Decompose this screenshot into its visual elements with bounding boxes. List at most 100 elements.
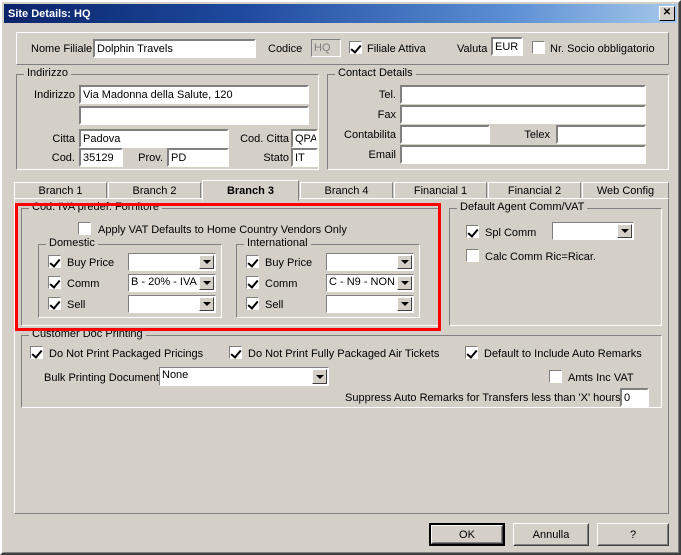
chevron-down-icon[interactable] bbox=[397, 255, 412, 269]
spl-comm-checkbox[interactable] bbox=[466, 225, 479, 238]
tab-branch-3[interactable]: Branch 3 bbox=[202, 180, 299, 201]
amts-inc-vat-label: Amts Inc VAT bbox=[568, 372, 634, 384]
cancel-button[interactable]: Annulla bbox=[513, 523, 589, 546]
tab-label: Financial 2 bbox=[507, 184, 562, 197]
chevron-down-icon[interactable] bbox=[312, 369, 327, 384]
ok-button[interactable]: OK bbox=[429, 523, 505, 546]
tab-label: Branch 2 bbox=[132, 184, 177, 197]
calc-comm-checkbox[interactable] bbox=[466, 249, 479, 262]
suppress-auto-remarks-input[interactable]: 0 bbox=[620, 388, 649, 407]
prov-input[interactable]: PD bbox=[167, 148, 229, 167]
do-not-print-air-checkbox[interactable] bbox=[229, 346, 242, 359]
combo-value bbox=[327, 296, 397, 312]
international-buy-price-label: Buy Price bbox=[265, 257, 313, 269]
valuta-input[interactable]: EUR bbox=[491, 37, 523, 56]
cod-citta-input[interactable]: QPA bbox=[291, 129, 318, 148]
international-buy-price-checkbox[interactable] bbox=[246, 255, 259, 268]
fax-label: Fax bbox=[377, 109, 396, 121]
combo-value bbox=[129, 254, 199, 270]
international-sell-checkbox[interactable] bbox=[246, 297, 259, 310]
tab-web-config[interactable]: Web Config bbox=[582, 182, 669, 199]
domestic-comm-label: Comm bbox=[67, 278, 100, 290]
combo-value: C - N9 - NON I bbox=[329, 276, 397, 288]
tab-label: Branch 4 bbox=[324, 184, 369, 197]
chevron-down-icon[interactable] bbox=[199, 276, 214, 290]
international-comm-combo[interactable]: C - N9 - NON I bbox=[326, 274, 414, 292]
tab-label: Branch 1 bbox=[38, 184, 83, 197]
spl-comm-label: Spl Comm bbox=[485, 227, 537, 239]
help-button-label: ? bbox=[598, 524, 668, 545]
vat-defaults-group: Cod. IVA predef. Fornitore Apply VAT Def… bbox=[21, 202, 439, 326]
do-not-print-packaged-label: Do Not Print Packaged Pricings bbox=[49, 348, 204, 360]
international-buy-price-combo[interactable] bbox=[326, 253, 414, 271]
email-label: Email bbox=[368, 149, 396, 161]
ok-button-label: OK bbox=[432, 526, 502, 543]
domestic-buy-price-combo[interactable] bbox=[128, 253, 216, 271]
header-panel: Nome Filiale Dolphin Travels Codice HQ F… bbox=[16, 32, 669, 65]
international-sell-combo[interactable] bbox=[326, 295, 414, 313]
tab-page-branch-3: Cod. IVA predef. Fornitore Apply VAT Def… bbox=[14, 198, 669, 514]
tab-financial-1[interactable]: Financial 1 bbox=[394, 182, 487, 199]
domestic-group: Domestic Buy Price Comm B - 20% - IVA A … bbox=[38, 238, 222, 318]
domestic-sell-checkbox[interactable] bbox=[48, 297, 61, 310]
telex-input[interactable] bbox=[556, 125, 646, 144]
spl-comm-combo[interactable] bbox=[552, 222, 634, 240]
cod-input[interactable]: 35129 bbox=[79, 148, 123, 167]
chevron-down-icon[interactable] bbox=[397, 297, 412, 311]
domestic-comm-combo[interactable]: B - 20% - IVA A bbox=[128, 274, 216, 292]
tab-branch-2[interactable]: Branch 2 bbox=[108, 182, 201, 199]
indirizzo-line1-input[interactable]: Via Madonna della Salute, 120 bbox=[79, 85, 309, 104]
close-button[interactable]: ✕ bbox=[659, 6, 675, 21]
domestic-sell-combo[interactable] bbox=[128, 295, 216, 313]
nr-socio-label: Nr. Socio obbligatorio bbox=[550, 43, 655, 55]
domestic-buy-price-checkbox[interactable] bbox=[48, 255, 61, 268]
indirizzo-label: Indirizzo bbox=[34, 89, 75, 101]
domestic-group-label: Domestic bbox=[46, 238, 98, 249]
citta-input[interactable]: Padova bbox=[79, 129, 229, 148]
combo-value bbox=[129, 296, 199, 312]
apply-vat-defaults-checkbox[interactable] bbox=[78, 222, 91, 235]
tel-input[interactable] bbox=[400, 85, 646, 104]
nome-filiale-input[interactable]: Dolphin Travels bbox=[93, 39, 256, 58]
agent-comm-group: Default Agent Comm/VAT Spl Comm Calc Com… bbox=[449, 202, 662, 326]
valuta-label: Valuta bbox=[457, 43, 488, 55]
amts-inc-vat-checkbox[interactable] bbox=[549, 370, 562, 383]
filiale-attiva-checkbox[interactable] bbox=[349, 41, 362, 54]
indirizzo-line2-input[interactable] bbox=[79, 106, 309, 125]
window-title: Site Details: HQ bbox=[8, 7, 91, 20]
tab-branch-4[interactable]: Branch 4 bbox=[300, 182, 393, 199]
domestic-comm-checkbox[interactable] bbox=[48, 276, 61, 289]
chevron-down-icon[interactable] bbox=[397, 276, 412, 290]
indirizzo-group-label: Indirizzo bbox=[24, 68, 71, 79]
help-button[interactable]: ? bbox=[597, 523, 669, 546]
do-not-print-packaged-checkbox[interactable] bbox=[30, 346, 43, 359]
tab-label: Web Config bbox=[596, 184, 655, 197]
fax-input[interactable] bbox=[400, 105, 646, 124]
email-input[interactable] bbox=[400, 145, 646, 164]
title-bar[interactable]: Site Details: HQ ✕ bbox=[4, 4, 677, 23]
international-group-label: International bbox=[244, 238, 311, 249]
chevron-down-icon[interactable] bbox=[199, 255, 214, 269]
indirizzo-group: Indirizzo Indirizzo Via Madonna della Sa… bbox=[16, 68, 319, 170]
contabilita-label: Contabilita bbox=[344, 129, 396, 141]
bulk-printing-label: Bulk Printing Document bbox=[44, 372, 159, 384]
vat-defaults-group-label: Cod. IVA predef. Fornitore bbox=[29, 202, 162, 213]
cancel-button-label: Annulla bbox=[514, 524, 588, 545]
tab-financial-2[interactable]: Financial 2 bbox=[488, 182, 581, 199]
chevron-down-icon[interactable] bbox=[617, 224, 632, 238]
nr-socio-checkbox[interactable] bbox=[532, 41, 545, 54]
domestic-buy-price-label: Buy Price bbox=[67, 257, 115, 269]
chevron-down-icon[interactable] bbox=[199, 297, 214, 311]
contabilita-input[interactable] bbox=[400, 125, 490, 144]
default-auto-remarks-checkbox[interactable] bbox=[465, 346, 478, 359]
stato-label: Stato bbox=[263, 152, 289, 164]
calc-comm-label: Calc Comm Ric=Ricar. bbox=[485, 251, 596, 263]
tab-label: Financial 1 bbox=[413, 184, 468, 197]
tab-branch-1[interactable]: Branch 1 bbox=[14, 182, 107, 199]
default-auto-remarks-label: Default to Include Auto Remarks bbox=[484, 348, 642, 360]
bulk-printing-combo[interactable]: None bbox=[159, 367, 329, 386]
do-not-print-air-label: Do Not Print Fully Packaged Air Tickets bbox=[248, 348, 440, 360]
international-comm-checkbox[interactable] bbox=[246, 276, 259, 289]
stato-input[interactable]: IT bbox=[291, 148, 318, 167]
international-comm-label: Comm bbox=[265, 278, 298, 290]
